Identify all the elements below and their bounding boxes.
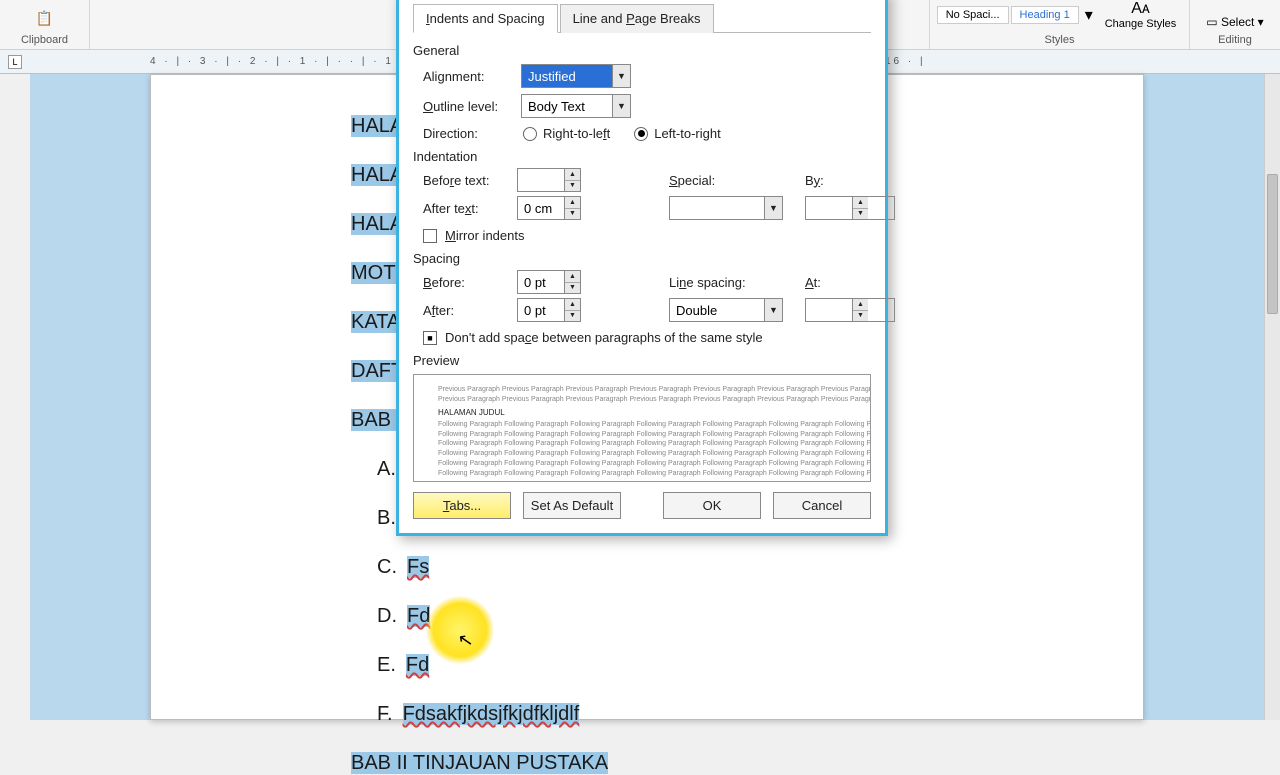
tabs-button[interactable]: Tabs...: [413, 492, 511, 519]
list-marker: C.: [377, 556, 397, 578]
special-label: Special:: [669, 173, 799, 188]
ok-button[interactable]: OK: [663, 492, 761, 519]
alignment-value[interactable]: [522, 65, 612, 87]
outline-value[interactable]: [522, 95, 612, 117]
dont-add-space-checkbox[interactable]: Don't add space between paragraphs of th…: [413, 330, 871, 345]
spin-down-icon[interactable]: ▼: [853, 311, 868, 322]
spin-down-icon[interactable]: ▼: [565, 209, 580, 220]
scrollbar-thumb[interactable]: [1267, 174, 1278, 314]
spin-down-icon[interactable]: ▼: [565, 181, 580, 192]
list-marker: D.: [377, 605, 397, 627]
paste-button[interactable]: 📋: [32, 8, 57, 29]
list-marker: B.: [377, 507, 396, 529]
mirror-indents-checkbox[interactable]: Mirror indents: [413, 228, 871, 243]
change-styles-button[interactable]: AᴀChange Styles: [1099, 0, 1183, 31]
general-title: General: [413, 43, 871, 58]
chevron-down-icon[interactable]: ▼: [612, 65, 630, 87]
special-combo[interactable]: ▼: [669, 196, 783, 220]
styles-more-button[interactable]: ▾: [1081, 3, 1097, 27]
spin-up-icon[interactable]: ▲: [565, 299, 580, 311]
line-spacing-label: Line spacing:: [669, 275, 799, 290]
at-label: At:: [805, 275, 895, 290]
outline-label: Outline level:: [423, 99, 513, 114]
style-heading1[interactable]: Heading 1: [1011, 6, 1079, 24]
tab-line-page-breaks[interactable]: Line and Page Breaks: [560, 4, 714, 33]
spin-up-icon[interactable]: ▲: [853, 299, 868, 311]
chevron-down-icon[interactable]: ▼: [764, 299, 782, 321]
tab-indents-spacing[interactable]: IIndents and Spacingndents and Spacing: [413, 4, 558, 33]
line-spacing-combo[interactable]: ▼: [669, 298, 783, 322]
editing-label: Editing: [1218, 31, 1252, 49]
list-text: Fs: [407, 556, 429, 578]
list-text: Fdsakfjkdsjfkjdfkljdlf: [403, 703, 580, 725]
by-label: By:: [805, 173, 895, 188]
select-button[interactable]: ▭ Select ▾: [1200, 13, 1269, 31]
list-marker: E.: [377, 654, 396, 676]
before-spinner[interactable]: ▲▼: [517, 270, 581, 294]
direction-label: Direction:: [423, 126, 499, 141]
chevron-down-icon[interactable]: ▼: [764, 197, 782, 219]
dialog-tabs: IIndents and Spacingndents and Spacing L…: [413, 3, 871, 33]
ltr-radio[interactable]: Left-to-right: [634, 126, 720, 141]
after-spinner[interactable]: ▲▼: [517, 298, 581, 322]
alignment-label: Alignment:: [423, 69, 513, 84]
spacing-title: Spacing: [413, 251, 871, 266]
list-text: Fd: [407, 605, 430, 627]
before-label: Before:: [423, 275, 509, 290]
preview-box: Previous Paragraph Previous Paragraph Pr…: [413, 374, 871, 482]
spin-down-icon[interactable]: ▼: [565, 311, 580, 322]
spin-up-icon[interactable]: ▲: [853, 197, 868, 209]
list-marker: F.: [377, 703, 393, 725]
set-default-button[interactable]: Set As Default: [523, 492, 621, 519]
after-text-label: After text:: [423, 201, 509, 216]
doc-text: BAB I: [351, 409, 402, 431]
doc-text: KATA: [351, 311, 400, 333]
alignment-combo[interactable]: ▼: [521, 64, 631, 88]
rtl-radio[interactable]: Right-to-left: [523, 126, 610, 141]
after-label: After:: [423, 303, 509, 318]
before-text-spinner[interactable]: ▲▼: [517, 168, 581, 192]
spin-down-icon[interactable]: ▼: [565, 283, 580, 294]
at-spinner[interactable]: ▲▼: [805, 298, 895, 322]
vertical-scrollbar[interactable]: [1264, 74, 1280, 720]
spin-up-icon[interactable]: ▲: [565, 271, 580, 283]
spin-up-icon[interactable]: ▲: [565, 169, 580, 181]
cancel-button[interactable]: Cancel: [773, 492, 871, 519]
indentation-title: Indentation: [413, 149, 871, 164]
after-text-spinner[interactable]: ▲▼: [517, 196, 581, 220]
chevron-down-icon[interactable]: ▼: [612, 95, 630, 117]
style-no-spacing[interactable]: No Spaci...: [937, 6, 1009, 24]
preview-title: Preview: [413, 353, 871, 368]
before-text-label: Before text:: [423, 173, 509, 188]
spin-down-icon[interactable]: ▼: [853, 209, 868, 220]
tab-selector[interactable]: L: [8, 55, 22, 69]
spin-up-icon[interactable]: ▲: [565, 197, 580, 209]
by-spinner[interactable]: ▲▼: [805, 196, 895, 220]
list-text: Fd: [406, 654, 429, 676]
paragraph-dialog: IIndents and Spacingndents and Spacing L…: [396, 0, 888, 536]
styles-label: Styles: [1045, 31, 1075, 49]
outline-combo[interactable]: ▼: [521, 94, 631, 118]
list-marker: A.: [377, 458, 396, 480]
doc-text: BAB II TINJAUAN PUSTAKA: [351, 752, 608, 774]
clipboard-label: Clipboard: [21, 31, 68, 49]
